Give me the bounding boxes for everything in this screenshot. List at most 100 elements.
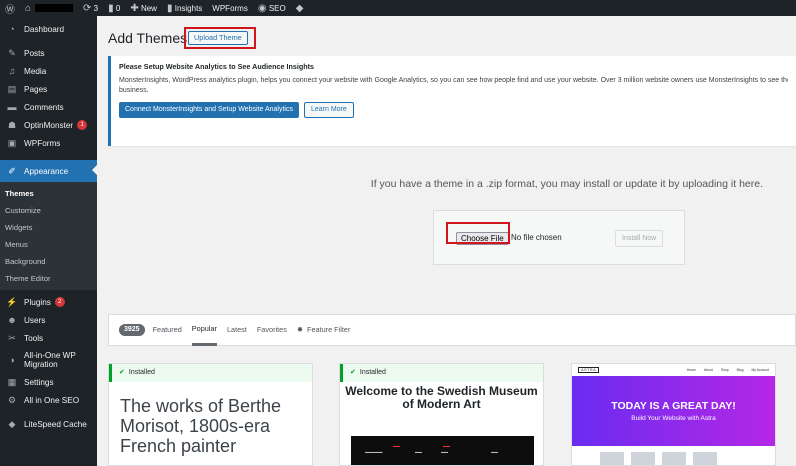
submenu-theme-editor[interactable]: Theme Editor [0,270,97,287]
sidebar-item-settings[interactable]: ▦ Settings [0,373,97,391]
sidebar-item-users[interactable]: ☻ Users [0,311,97,329]
sidebar-item-comments[interactable]: ▬ Comments [0,98,97,116]
sidebar-item-dashboard[interactable]: ◔ Dashboard [0,20,97,38]
connect-monsterinsights-button[interactable]: Connect MonsterInsights and Setup Websit… [119,102,299,118]
thumbnail-image [693,452,717,465]
installed-banner: ✔ Installed [109,364,312,382]
sidebar-item-all-in-one-seo[interactable]: ⚙ All in One SEO [0,391,97,409]
thumbnail-image [662,452,686,465]
sidebar-item-pages[interactable]: ▤ Pages [0,80,97,98]
tab-latest[interactable]: Latest [227,314,247,346]
admin-sidebar: ◔ Dashboard ✎ Posts ♫ Media ▤ Pages ▬ Comment… [0,16,97,466]
wpforms-icon: ▣ [7,137,17,148]
insights-link[interactable]: ▮ Insights [162,0,207,16]
home-icon: ⌂ [25,2,32,14]
updates-link[interactable]: ⟳ 3 [78,0,103,16]
sidebar-item-litespeed-cache[interactable]: ◆ LiteSpeed Cache [0,415,97,433]
notification-badge: 1 [77,120,88,130]
bar-chart-icon: ▮ [166,2,173,14]
preview-nav-item: My Account [751,368,769,372]
file-status-text: No file chosen [511,233,562,242]
pin-icon: ✎ [8,47,16,58]
highlight-box-upload [184,27,256,49]
preview-nav-item: Home [686,368,696,372]
comments-link[interactable]: ▮ 0 [103,0,125,16]
hero-title: TODAY IS A GREAT DAY! [611,400,736,412]
installed-banner: ✔ Installed [340,364,543,382]
users-icon: ☻ [7,315,17,325]
notification-badge: 2 [54,297,65,307]
submenu-customize[interactable]: Customize [0,202,97,219]
redacted-site-name [35,4,74,12]
preview-nav-item: About [703,368,713,372]
main-content: Add Themes Upload Theme Please Setup Web… [97,16,796,466]
checkmark-icon: ✔ [350,369,356,376]
media-icon: ♫ [8,66,16,76]
notice-text-continued: business. [119,87,149,94]
dashboard-icon: ◔ [9,24,15,34]
install-now-button[interactable]: Install Now [615,230,664,247]
new-content-link[interactable]: ✚ New [125,0,162,16]
seo-link[interactable]: ◉ SEO [253,0,291,16]
tools-icon: ✂ [8,332,16,343]
optinmonster-icon: ☗ [7,119,17,130]
comment-bubble-icon: ▮ [108,2,114,14]
site-home-link[interactable]: ⌂ [20,0,78,16]
sidebar-item-plugins[interactable]: ⚡ Plugins 2 [0,293,97,311]
upload-instructions: If you have a theme in a .zip format, yo… [370,178,763,190]
theme-card[interactable]: ✔ Installed Welcome to the Swedish Museum… [339,363,544,466]
theme-count-badge: 3925 [119,324,145,336]
hero-subtitle: Build Your Website with Astra [631,415,716,422]
theme-preview-text: The works of Berthe Morisot, 1800s-era F… [120,396,282,456]
pages-icon: ▤ [7,83,17,94]
analytics-notice: Please Setup Website Analytics to See Au… [108,56,796,146]
diamond-icon[interactable]: ◆ [291,0,309,16]
preview-nav-item: Shop [720,368,729,372]
gear-icon: ✸ [296,325,303,334]
highlight-box-choose-file [446,222,510,244]
preview-nav-item: Blog [736,368,744,372]
wpforms-link[interactable]: WPForms [207,0,253,16]
notice-title: Please Setup Website Analytics to See Au… [119,62,315,71]
migration-icon: ◑ [9,354,15,365]
thumbnail-image [631,452,655,465]
sidebar-item-optinmonster[interactable]: ☗ OptinMonster 1 [0,116,97,134]
thumbnail-image [600,452,624,465]
admin-bar: Ⓦ ⌂ ⟳ 3 ▮ 0 ✚ New ▮ Insights WPForms ◉ S… [0,0,796,16]
feature-filter-button[interactable]: ✸ Feature Filter [297,314,351,346]
sidebar-item-all-in-one-wp-migration[interactable]: ◑ All-in-One WP Migration [0,347,97,373]
litespeed-icon: ◆ [8,418,16,429]
plus-icon: ✚ [130,2,139,14]
theme-preview-image: ▬▬ ▬▬ ▬▬▬▬▬ ▬▬ ▬▬ ▬▬ [351,436,534,465]
page-title: Add Themes [108,30,188,46]
updates-icon: ⟳ [83,2,92,14]
appearance-submenu: Themes Customize Widgets Menus Backgroun… [0,182,97,290]
seo-icon: ⚙ [7,394,17,405]
sidebar-item-wpforms[interactable]: ▣ WPForms [0,134,97,152]
tab-popular[interactable]: Popular [191,314,217,346]
sidebar-item-media[interactable]: ♫ Media [0,62,97,80]
theme-preview-hero: TODAY IS A GREAT DAY! Build Your Website… [572,376,775,446]
notice-text: MonsterInsights, WordPress analytics plu… [119,77,788,84]
theme-card[interactable]: ASTRA Home About Shop Blog My Account TO… [571,363,776,466]
theme-card[interactable]: ✔ Installed The works of Berthe Morisot, … [108,363,313,466]
comments-icon: ▬ [7,102,17,112]
settings-icon: ▦ [7,376,17,387]
sidebar-item-tools[interactable]: ✂ Tools [0,329,97,347]
tab-featured[interactable]: Featured [153,314,182,346]
learn-more-button[interactable]: Learn More [303,102,354,118]
wordpress-logo-icon[interactable]: Ⓦ [0,0,20,16]
submenu-background[interactable]: Background [0,253,97,270]
theme-preview-header: ASTRA Home About Shop Blog My Account [572,364,775,376]
seo-icon: ◉ [257,2,267,14]
sidebar-item-posts[interactable]: ✎ Posts [0,44,97,62]
submenu-menus[interactable]: Menus [0,236,97,253]
submenu-themes[interactable]: Themes [0,185,97,202]
preview-thumbnails [600,452,717,465]
astra-logo: ASTRA [578,367,600,373]
sidebar-item-appearance[interactable]: ✐ Appearance [0,160,97,182]
tab-favorites[interactable]: Favorites [257,314,287,346]
theme-filter-bar: 3925 Featured Popular Latest Favorites ✸… [108,314,796,346]
plugins-icon: ⚡ [6,296,18,307]
submenu-widgets[interactable]: Widgets [0,219,97,236]
